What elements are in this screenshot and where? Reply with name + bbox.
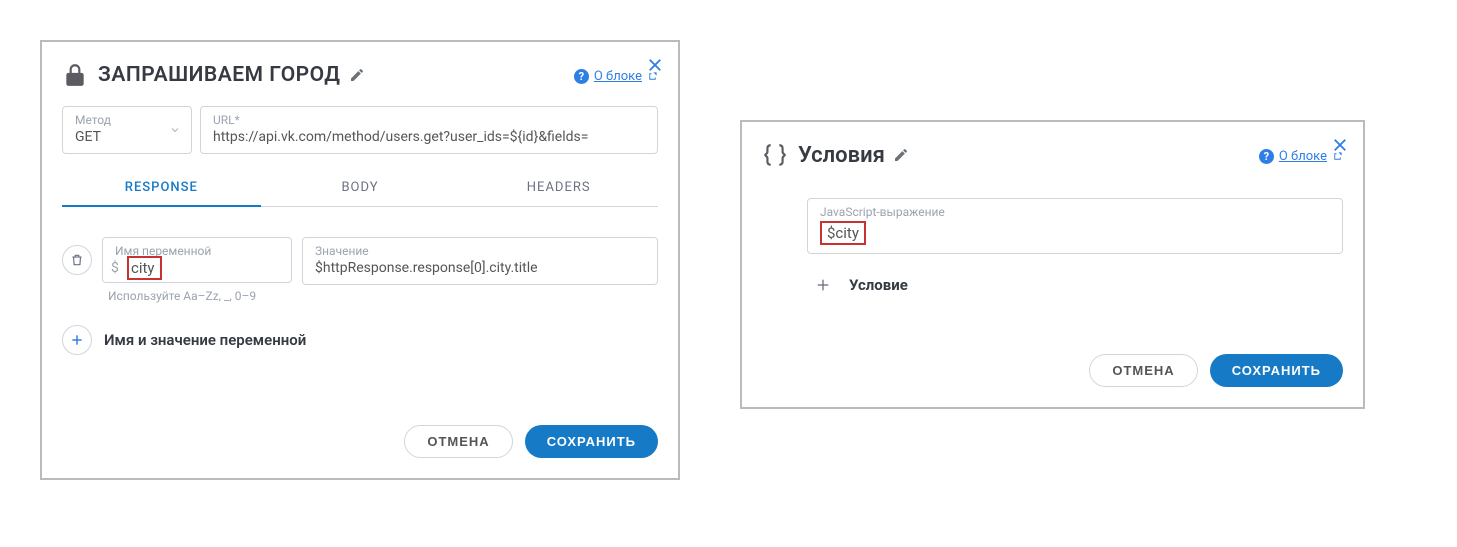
response-tab-content: Имя переменной $ city Используйте Aa–Zz,… [62, 207, 658, 365]
add-condition-label: Условие [849, 276, 908, 294]
edit-icon[interactable] [893, 147, 909, 163]
panel-header: ЗАПРАШИВАЕМ ГОРОД ? О блоке [62, 62, 658, 88]
tab-headers[interactable]: HEADERS [459, 172, 658, 206]
variable-name-value: city [127, 256, 162, 280]
panel-title: Условия [798, 143, 885, 168]
cancel-button[interactable]: ОТМЕНА [1089, 354, 1197, 387]
lock-icon [62, 62, 88, 88]
url-input[interactable]: URL* https://api.vk.com/method/users.get… [200, 106, 658, 154]
variable-name-label: Имя переменной [115, 244, 279, 258]
delete-variable-button[interactable] [62, 245, 92, 275]
variable-value-input[interactable]: Значение $httpResponse.response[0].city.… [302, 237, 658, 285]
add-variable-row[interactable]: Имя и значение переменной [62, 325, 658, 355]
action-buttons: ОТМЕНА СОХРАНИТЬ [62, 425, 658, 458]
url-value: https://api.vk.com/method/users.get?user… [213, 129, 645, 145]
js-expression-input[interactable]: JavaScript-выражение $city [807, 198, 1343, 254]
dollar-prefix: $ [111, 260, 119, 276]
cancel-button[interactable]: ОТМЕНА [404, 425, 512, 458]
help-icon: ? [1259, 149, 1274, 164]
close-button[interactable] [646, 56, 664, 78]
panel-title: ЗАПРАШИВАЕМ ГОРОД [98, 63, 341, 87]
method-value: GET [75, 129, 179, 145]
js-expression-label: JavaScript-выражение [820, 205, 1330, 219]
help-link[interactable]: О блоке [1279, 149, 1327, 164]
variable-value-block: Значение $httpResponse.response[0].city.… [302, 237, 658, 285]
chevron-down-icon [169, 124, 181, 136]
help-icon: ? [574, 69, 589, 84]
save-button[interactable]: СОХРАНИТЬ [1210, 354, 1343, 387]
plus-icon [815, 277, 831, 293]
method-label: Метод [75, 113, 179, 127]
url-label: URL* [213, 113, 645, 127]
variable-name-block: Имя переменной $ city Используйте Aa–Zz,… [102, 237, 292, 303]
variable-row: Имя переменной $ city Используйте Aa–Zz,… [62, 237, 658, 303]
save-button[interactable]: СОХРАНИТЬ [525, 425, 658, 458]
edit-icon[interactable] [349, 67, 365, 83]
tabs: RESPONSE BODY HEADERS [62, 172, 658, 207]
method-select[interactable]: Метод GET [62, 106, 192, 154]
action-buttons: ОТМЕНА СОХРАНИТЬ [762, 354, 1343, 387]
tab-response[interactable]: RESPONSE [62, 172, 261, 207]
js-expression-value: $city [820, 221, 866, 245]
add-variable-button[interactable] [62, 325, 92, 355]
variable-hint: Используйте Aa–Zz, _, 0–9 [108, 289, 292, 303]
add-variable-label: Имя и значение переменной [104, 331, 306, 349]
http-request-block: ЗАПРАШИВАЕМ ГОРОД ? О блоке Метод GET UR… [40, 40, 680, 480]
variable-value-label: Значение [315, 244, 645, 258]
braces-icon [762, 142, 788, 168]
add-condition-row[interactable]: Условие [807, 276, 1343, 294]
panel-header: Условия ? О блоке [762, 142, 1343, 168]
help-link[interactable]: О блоке [594, 69, 642, 84]
variable-value: $httpResponse.response[0].city.title [315, 260, 645, 276]
conditions-block: Условия ? О блоке JavaScript-выражение $… [740, 120, 1365, 409]
request-config-row: Метод GET URL* https://api.vk.com/method… [62, 106, 658, 154]
close-button[interactable] [1331, 136, 1349, 158]
tab-body[interactable]: BODY [261, 172, 460, 206]
variable-name-input[interactable]: Имя переменной $ city [102, 237, 292, 283]
